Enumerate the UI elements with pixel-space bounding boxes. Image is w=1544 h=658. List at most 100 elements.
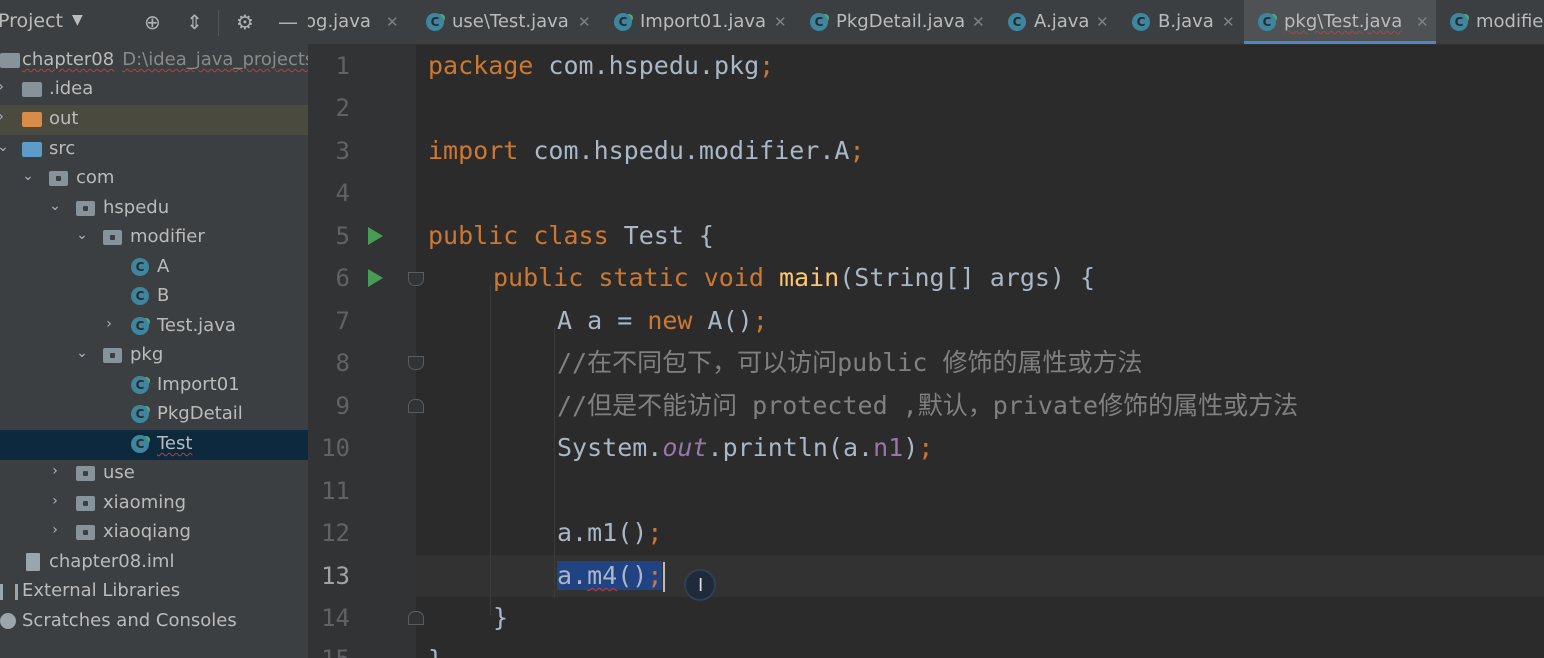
tree-item-iml[interactable]: chapter08.iml [0, 548, 308, 578]
project-view-title[interactable]: Project [0, 10, 63, 32]
code-line-1: package com.hspedu.pkg; [428, 51, 775, 80]
tree-item-external-libraries[interactable]: External Libraries [0, 577, 308, 607]
chevron-down-icon[interactable]: ⌄ [0, 139, 10, 155]
tree-item-label: xiaoming [103, 492, 187, 513]
tree-item-pkg-test[interactable]: C Test [0, 430, 308, 460]
tab-use-test-java[interactable]: C use\Test.java ✕ [412, 0, 600, 44]
locate-icon[interactable]: ⊕ [144, 10, 161, 34]
chevron-right-icon[interactable]: › [102, 316, 116, 332]
tree-item-pkgdetail[interactable]: C PkgDetail [0, 400, 308, 430]
chevron-right-icon[interactable]: › [48, 493, 62, 509]
tree-item-pkg[interactable]: ⌄ pkg [0, 341, 308, 371]
tab-a-java[interactable]: C A.java ✕ [994, 0, 1118, 44]
tree-item-modifier[interactable]: ⌄ modifier [0, 223, 308, 253]
main-class-icon: C [614, 13, 632, 31]
tab-og-java[interactable]: og.java ✕ [308, 0, 412, 44]
tree-item-label: .idea [49, 78, 94, 99]
tree-item-src[interactable]: ⌄ src [0, 135, 308, 165]
tab-pkgdetail-java[interactable]: C PkgDetail.java ✕ [796, 0, 994, 44]
code-line-5: public class Test { [428, 221, 714, 250]
tree-item-label: Scratches and Consoles [22, 610, 237, 631]
tree-item-out[interactable]: › out [0, 105, 308, 135]
indent-guide [490, 285, 491, 615]
code-line-14: } [493, 603, 509, 632]
tab-pkg-test-java[interactable]: C pkg\Test.java ✕ [1244, 0, 1436, 44]
main-class-icon: C [131, 405, 149, 423]
code-line-13[interactable]: a.m4(); [557, 555, 666, 597]
chevron-down-icon[interactable]: ⌄ [21, 168, 35, 184]
chevron-down-icon[interactable]: ⌄ [75, 345, 89, 361]
tree-item-class-b[interactable]: C B [0, 282, 308, 312]
tree-item-label: out [49, 108, 79, 129]
close-icon[interactable]: ✕ [1416, 13, 1429, 31]
main-class-icon: C [426, 13, 444, 31]
package-icon [76, 201, 95, 216]
tab-label: Import01.java [640, 11, 767, 32]
chevron-right-icon[interactable]: › [48, 463, 62, 479]
run-class-icon[interactable] [368, 227, 383, 245]
fold-marker-icon[interactable] [408, 356, 424, 370]
tab-label: og.java [308, 11, 371, 32]
tree-item-label: src [49, 138, 76, 159]
fold-marker-icon[interactable] [408, 272, 424, 286]
tree-item-label: Test.java [157, 315, 236, 336]
tree-item-label: A [157, 256, 170, 277]
tab-import01-java[interactable]: C Import01.java ✕ [600, 0, 796, 44]
code-line-6: public static void main(String[] args) { [493, 263, 1096, 292]
chevron-down-icon[interactable]: ⌄ [48, 198, 62, 214]
line-number: 1 [335, 52, 350, 80]
line-number: 12 [321, 519, 350, 547]
tree-item-com[interactable]: ⌄ com [0, 164, 308, 194]
tree-item-use[interactable]: › use [0, 459, 308, 489]
line-number: 3 [335, 137, 350, 165]
tab-modifier[interactable]: C modifie [1436, 0, 1544, 44]
tree-item-scratches[interactable]: Scratches and Consoles [0, 607, 308, 637]
close-icon[interactable]: ✕ [578, 13, 591, 31]
tree-item-xiaoming[interactable]: › xiaoming [0, 489, 308, 519]
fold-marker-icon[interactable] [408, 399, 424, 413]
tree-item-class-a[interactable]: C A [0, 253, 308, 283]
gear-icon[interactable]: ⚙ [236, 10, 254, 34]
run-main-icon[interactable] [368, 269, 383, 287]
tree-item-modifier-test[interactable]: › C Test.java [0, 312, 308, 342]
chevron-down-icon[interactable]: ⌄ [75, 227, 89, 243]
close-icon[interactable]: ✕ [774, 13, 787, 31]
line-number: 6 [335, 264, 350, 292]
chevron-right-icon[interactable]: › [48, 522, 62, 538]
line-number: 13 [321, 562, 350, 590]
tree-item-hspedu[interactable]: ⌄ hspedu [0, 194, 308, 224]
tree-item-label: pkg [130, 344, 164, 365]
project-path-hint: D:\idea_java_projects [122, 49, 308, 70]
tab-label: modifie [1476, 11, 1544, 32]
close-icon[interactable]: ✕ [386, 13, 399, 31]
close-icon[interactable]: ✕ [1222, 13, 1235, 31]
class-icon: C [131, 287, 149, 305]
editor-gutter: 1 2 3 4 5 6 7 8 9 10 11 12 13 14 15 [308, 45, 424, 658]
package-icon [49, 171, 68, 186]
indent-guide [554, 328, 555, 598]
main-class-icon: C [131, 435, 149, 453]
editor-tab-bar: og.java ✕ C use\Test.java ✕ C Import01.j… [308, 0, 1544, 45]
text-cursor-icon: I [698, 575, 704, 596]
module-folder-icon [0, 53, 20, 68]
close-icon[interactable]: ✕ [1096, 13, 1109, 31]
fold-marker-icon[interactable] [408, 611, 424, 625]
tree-item-xiaoqiang[interactable]: › xiaoqiang [0, 518, 308, 548]
code-line-9-comment: //但是不能访问 protected ,默认，private修饰的属性或方法 [557, 391, 1299, 420]
code-editor[interactable]: 1 2 3 4 5 6 7 8 9 10 11 12 13 14 15 pack… [308, 45, 1544, 658]
package-icon [76, 466, 95, 481]
collapse-all-icon[interactable]: ⇕ [186, 10, 203, 34]
line-number: 8 [335, 349, 350, 377]
chevron-down-icon[interactable]: ▼ [72, 12, 83, 28]
tree-item-chapter08[interactable]: chapter08 D:\idea_java_projects [0, 46, 308, 76]
hide-icon[interactable]: — [278, 10, 298, 34]
package-icon [76, 496, 95, 511]
chevron-right-icon[interactable]: › [0, 79, 8, 95]
tab-b-java[interactable]: C B.java ✕ [1118, 0, 1244, 44]
tree-item-idea[interactable]: › .idea [0, 75, 308, 105]
close-icon[interactable]: ✕ [972, 13, 985, 31]
tab-label: PkgDetail.java [836, 11, 966, 32]
chevron-right-icon[interactable]: › [0, 109, 8, 125]
folder-icon [22, 82, 42, 97]
tree-item-import01[interactable]: C Import01 [0, 371, 308, 401]
